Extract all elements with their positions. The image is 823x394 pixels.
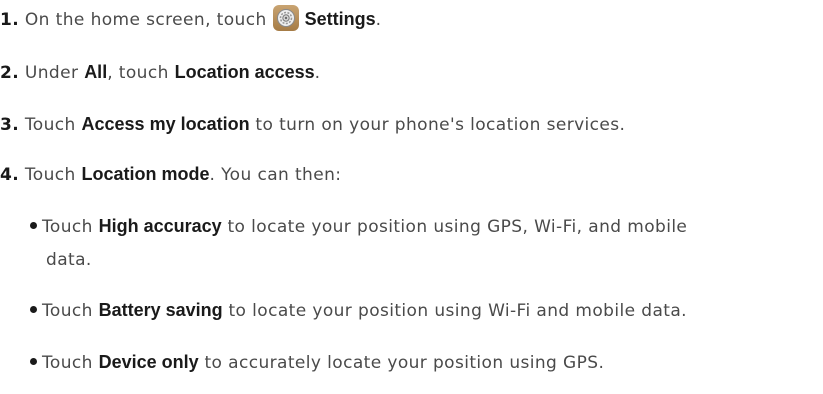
- step-4: 4. Touch Location mode. You can then:: [0, 162, 341, 187]
- all-label: All: [84, 62, 108, 82]
- option-text: Touch: [42, 301, 93, 321]
- step-text-end: to turn on your phone's location service…: [255, 115, 626, 135]
- step-number: 3.: [0, 115, 20, 135]
- step-text-mid: , touch: [107, 63, 169, 83]
- step-number: 1.: [0, 10, 20, 30]
- option-text: Touch: [42, 217, 93, 237]
- option-battery-saving: Touch Battery saving to locate your posi…: [30, 298, 687, 323]
- bullet-icon: [30, 357, 37, 365]
- step-text-end: .: [314, 63, 321, 83]
- option-device-only: Touch Device only to accurately locate y…: [30, 350, 604, 375]
- battery-saving-label: Battery saving: [98, 300, 223, 320]
- step-text-end: . You can then:: [209, 165, 342, 185]
- high-accuracy-label: High accuracy: [98, 216, 222, 236]
- step-text: On the home screen, touch: [24, 10, 267, 30]
- option-text-end: to locate your position using Wi-Fi and …: [228, 301, 687, 321]
- bullet-icon: [30, 221, 37, 229]
- access-my-location-label: Access my location: [81, 114, 250, 134]
- location-mode-label: Location mode: [81, 164, 210, 184]
- step-text-end: .: [375, 10, 382, 30]
- step-2: 2. Under All, touch Location access.: [0, 60, 320, 85]
- location-access-label: Location access: [174, 62, 315, 82]
- step-text: Under: [24, 63, 79, 83]
- device-only-label: Device only: [98, 352, 199, 372]
- option-text-end: to locate your position using GPS, Wi-Fi…: [227, 217, 688, 237]
- step-text: Touch: [24, 165, 76, 185]
- settings-label: Settings: [304, 9, 376, 29]
- option-high-accuracy: Touch High accuracy to locate your posit…: [30, 214, 687, 239]
- step-number: 2.: [0, 63, 20, 83]
- step-text: Touch: [24, 115, 76, 135]
- bullet-icon: [30, 305, 37, 313]
- step-number: 4.: [0, 165, 20, 185]
- option-text: Touch: [42, 353, 93, 373]
- option-high-accuracy-continuation: data.: [46, 248, 92, 272]
- step-1: 1. On the home screen, touch Settings.: [0, 5, 382, 33]
- settings-gear-icon: [272, 5, 299, 31]
- step-3: 3. Touch Access my location to turn on y…: [0, 112, 625, 137]
- option-text-continuation: data.: [46, 250, 92, 270]
- option-text-end: to accurately locate your position using…: [204, 353, 605, 373]
